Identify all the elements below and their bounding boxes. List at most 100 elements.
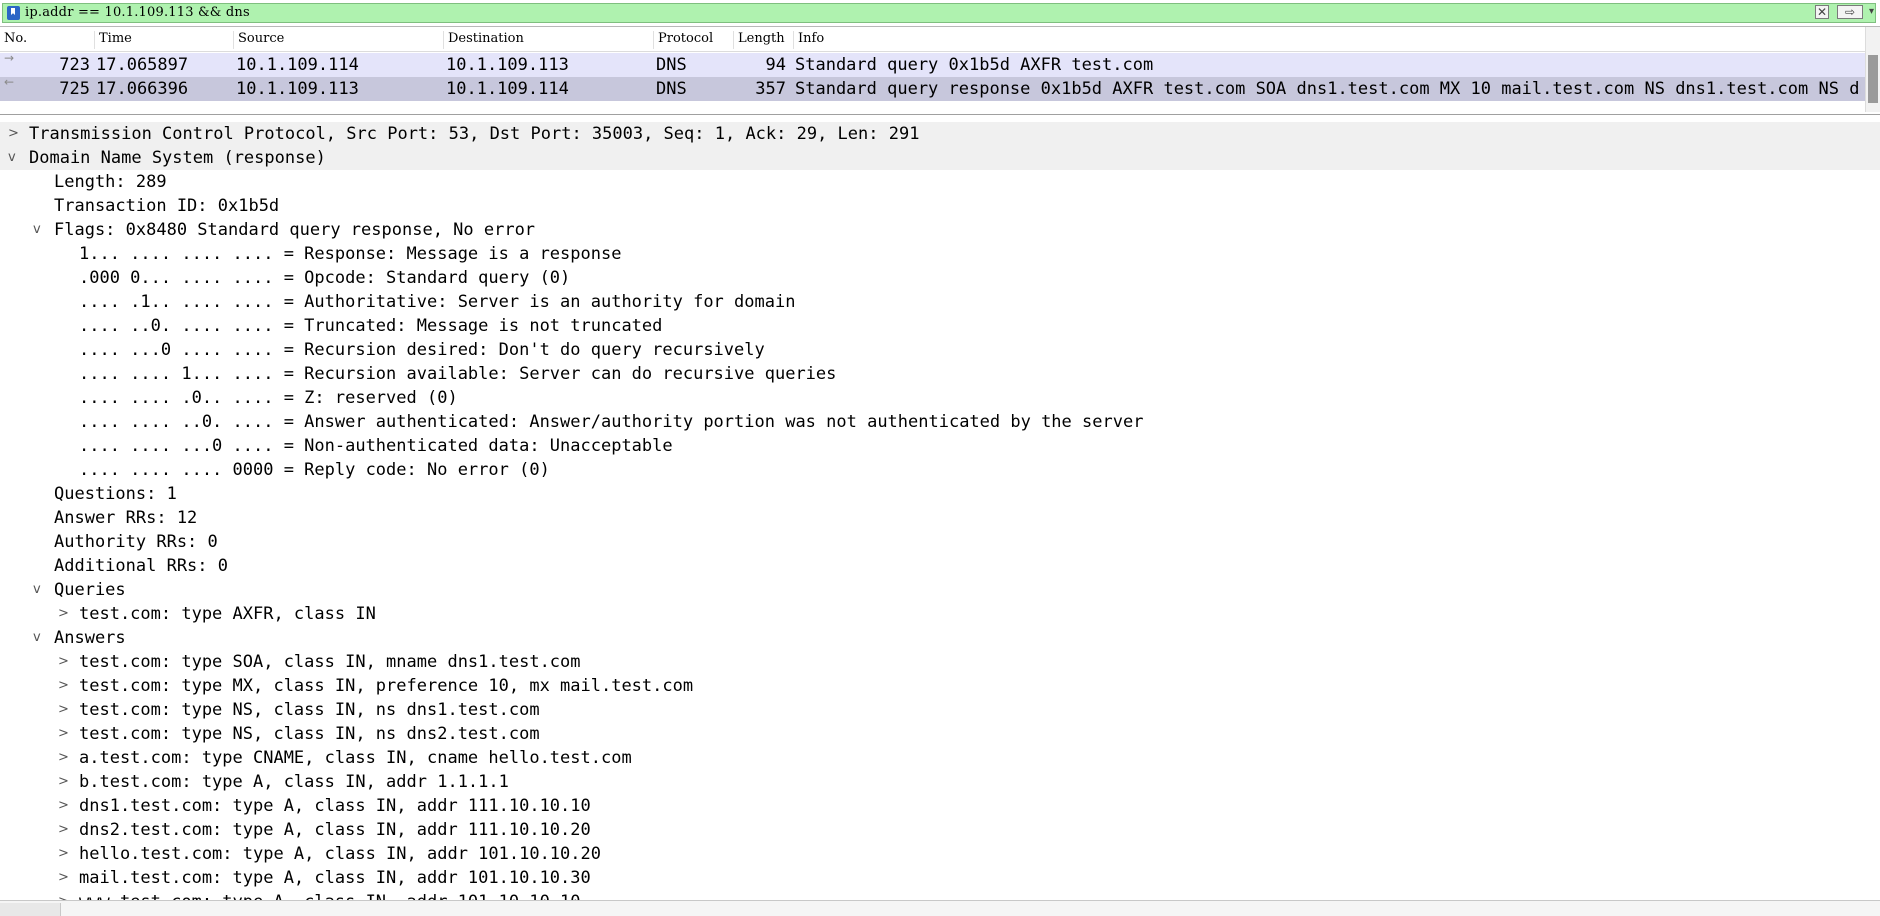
tree-row-text: Additional RRs: 0 xyxy=(54,556,228,576)
collapse-chevron-right-icon[interactable]: > xyxy=(58,794,72,818)
collapse-chevron-right-icon[interactable]: > xyxy=(58,674,72,698)
tree-row-text: Authority RRs: 0 xyxy=(54,532,218,552)
tree-row[interactable]: > test.com: type NS, class IN, ns dns2.te… xyxy=(0,722,1880,746)
cell-info: Standard query 0x1b5d AXFR test.com xyxy=(795,55,1154,75)
tree-row[interactable]: Length: 289 xyxy=(0,170,1880,194)
col-header-protocol[interactable]: Protocol xyxy=(653,31,728,49)
tree-row[interactable]: v Flags: 0x8480 Standard query response, … xyxy=(0,218,1880,242)
tree-row[interactable]: > www.test.com: type A, class IN, addr 10… xyxy=(0,890,1880,900)
tree-row[interactable]: .000 0... .... .... = Opcode: Standard q… xyxy=(0,266,1880,290)
tree-row[interactable]: 1... .... .... .... = Response: Message … xyxy=(0,242,1880,266)
tree-row[interactable]: > test.com: type NS, class IN, ns dns1.te… xyxy=(0,698,1880,722)
tree-row[interactable]: .... ...0 .... .... = Recursion desired:… xyxy=(0,338,1880,362)
tree-row-text: hello.test.com: type A, class IN, addr 1… xyxy=(79,844,601,864)
tree-row-text: test.com: type SOA, class IN, mname dns1… xyxy=(79,652,581,672)
cell-protocol: DNS xyxy=(656,55,687,75)
collapse-chevron-right-icon[interactable]: > xyxy=(8,122,22,146)
tree-row-text: 1... .... .... .... = Response: Message … xyxy=(79,244,622,264)
cell-protocol: DNS xyxy=(656,79,687,99)
tree-row[interactable]: v Domain Name System (response) xyxy=(0,146,1880,170)
tree-row[interactable]: .... .... .... 0000 = Reply code: No err… xyxy=(0,458,1880,482)
tree-row[interactable]: .... .1.. .... .... = Authoritative: Ser… xyxy=(0,290,1880,314)
tree-row-text: b.test.com: type A, class IN, addr 1.1.1… xyxy=(79,772,509,792)
apply-filter-icon[interactable]: ⇨ xyxy=(1837,5,1863,19)
tree-row-text: .... .... 1... .... = Recursion availabl… xyxy=(79,364,837,384)
display-filter-input[interactable]: ip.addr == 10.1.109.113 && dns ✕ ⇨ ▾ xyxy=(2,3,1876,23)
collapse-chevron-right-icon[interactable]: > xyxy=(58,842,72,866)
tree-row[interactable]: .... ..0. .... .... = Truncated: Message… xyxy=(0,314,1880,338)
filter-text[interactable]: ip.addr == 10.1.109.113 && dns xyxy=(25,5,250,20)
col-header-info[interactable]: Info xyxy=(793,31,1858,49)
col-header-no[interactable]: No. xyxy=(0,31,78,49)
tree-row[interactable]: > dns1.test.com: type A, class IN, addr 1… xyxy=(0,794,1880,818)
tree-row-text: test.com: type NS, class IN, ns dns1.tes… xyxy=(79,700,540,720)
tree-row[interactable]: > Transmission Control Protocol, Src Port… xyxy=(0,122,1880,146)
bytes-tab[interactable] xyxy=(0,903,61,916)
col-header-time[interactable]: Time xyxy=(94,31,195,49)
tree-row[interactable]: Transaction ID: 0x1b5d xyxy=(0,194,1880,218)
table-row-selected[interactable]: ← 725 17.066396 10.1.109.113 10.1.109.11… xyxy=(0,77,1866,101)
tree-row[interactable]: > dns2.test.com: type A, class IN, addr 1… xyxy=(0,818,1880,842)
tree-row[interactable]: .... .... ..0. .... = Answer authenticat… xyxy=(0,410,1880,434)
collapse-chevron-right-icon[interactable]: > xyxy=(58,698,72,722)
tree-row-text: Domain Name System (response) xyxy=(29,148,326,168)
expand-chevron-down-icon[interactable]: v xyxy=(33,626,47,650)
tree-row[interactable]: .... .... .0.. .... = Z: reserved (0) xyxy=(0,386,1880,410)
packet-list: No. Time Source Destination Protocol Len… xyxy=(0,27,1880,115)
tree-row[interactable]: > test.com: type SOA, class IN, mname dns… xyxy=(0,650,1880,674)
col-header-length[interactable]: Length xyxy=(733,31,796,49)
tree-row[interactable]: > test.com: type MX, class IN, preference… xyxy=(0,674,1880,698)
tree-row[interactable]: .... .... ...0 .... = Non-authenticated … xyxy=(0,434,1880,458)
collapse-chevron-right-icon[interactable]: > xyxy=(58,890,72,900)
tree-row-text: Transaction ID: 0x1b5d xyxy=(54,196,280,216)
collapse-chevron-right-icon[interactable]: > xyxy=(58,746,72,770)
collapse-chevron-right-icon[interactable]: > xyxy=(58,650,72,674)
response-arrow-icon: ← xyxy=(4,77,15,87)
expand-chevron-down-icon[interactable]: v xyxy=(8,146,22,170)
tree-row[interactable]: v Answers xyxy=(0,626,1880,650)
tree-row-text: test.com: type NS, class IN, ns dns2.tes… xyxy=(79,724,540,744)
cell-source: 10.1.109.113 xyxy=(236,79,359,99)
collapse-chevron-right-icon[interactable]: > xyxy=(58,602,72,626)
expand-chevron-down-icon[interactable]: v xyxy=(33,578,47,602)
cell-time: 17.066396 xyxy=(96,79,189,99)
display-filter-bar: ip.addr == 10.1.109.113 && dns ✕ ⇨ ▾ xyxy=(0,0,1880,27)
tree-row[interactable]: > hello.test.com: type A, class IN, addr … xyxy=(0,842,1880,866)
packet-details-tree: > Transmission Control Protocol, Src Port… xyxy=(0,120,1880,900)
tree-row-text: Questions: 1 xyxy=(54,484,177,504)
tree-row[interactable]: v Queries xyxy=(0,578,1880,602)
tree-row-text: test.com: type AXFR, class IN xyxy=(79,604,376,624)
col-header-destination[interactable]: Destination xyxy=(443,31,648,49)
request-arrow-icon: → xyxy=(4,53,15,63)
tree-row[interactable]: Additional RRs: 0 xyxy=(0,554,1880,578)
tree-row[interactable]: Answer RRs: 12 xyxy=(0,506,1880,530)
bytes-pane-edge xyxy=(0,900,1880,916)
packet-list-scrollbar[interactable] xyxy=(1865,27,1880,112)
tree-row[interactable]: Questions: 1 xyxy=(0,482,1880,506)
collapse-chevron-right-icon[interactable]: > xyxy=(58,770,72,794)
tree-row[interactable]: .... .... 1... .... = Recursion availabl… xyxy=(0,362,1880,386)
collapse-chevron-right-icon[interactable]: > xyxy=(58,722,72,746)
tree-row-text: .... ...0 .... .... = Recursion desired:… xyxy=(79,340,765,360)
scrollbar-thumb[interactable] xyxy=(1868,55,1878,103)
tree-row-text: .... .... .0.. .... = Z: reserved (0) xyxy=(79,388,458,408)
clear-filter-icon[interactable]: ✕ xyxy=(1815,5,1829,19)
bookmark-icon[interactable] xyxy=(7,6,20,20)
collapse-chevron-right-icon[interactable]: > xyxy=(58,818,72,842)
chevron-down-icon[interactable]: ▾ xyxy=(1869,6,1874,17)
collapse-chevron-right-icon[interactable]: > xyxy=(58,866,72,890)
tree-row[interactable]: > mail.test.com: type A, class IN, addr 1… xyxy=(0,866,1880,890)
tree-row-text: Queries xyxy=(54,580,126,600)
tree-row-text: www.test.com: type A, class IN, addr 101… xyxy=(79,890,581,900)
cell-destination: 10.1.109.114 xyxy=(446,79,569,99)
tree-row[interactable]: Authority RRs: 0 xyxy=(0,530,1880,554)
col-header-source[interactable]: Source xyxy=(233,31,408,49)
table-row[interactable]: → 723 17.065897 10.1.109.114 10.1.109.11… xyxy=(0,53,1866,77)
tree-row-text: Transmission Control Protocol, Src Port:… xyxy=(29,124,920,144)
tree-row[interactable]: > b.test.com: type A, class IN, addr 1.1.… xyxy=(0,770,1880,794)
tree-row[interactable]: > test.com: type AXFR, class IN xyxy=(0,602,1880,626)
expand-chevron-down-icon[interactable]: v xyxy=(33,218,47,242)
tree-row-text: .000 0... .... .... = Opcode: Standard q… xyxy=(79,268,571,288)
tree-row[interactable]: > a.test.com: type CNAME, class IN, cname… xyxy=(0,746,1880,770)
tree-row-text: Length: 289 xyxy=(54,172,167,192)
